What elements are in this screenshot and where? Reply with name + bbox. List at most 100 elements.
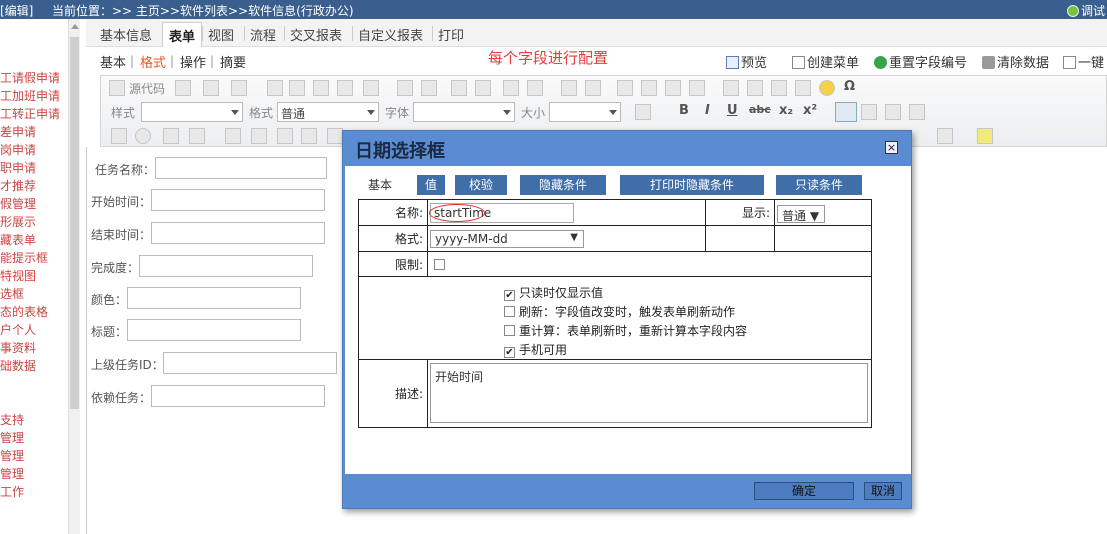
align-right-icon[interactable] — [885, 104, 901, 120]
format-select[interactable]: 普通 — [277, 102, 379, 122]
omega-icon[interactable]: Ω — [844, 79, 855, 94]
sidebar-item[interactable]: 才推荐 — [0, 177, 36, 194]
italic-button[interactable]: I — [705, 103, 710, 118]
bold-button[interactable]: B — [679, 103, 689, 118]
div-icon[interactable] — [689, 80, 705, 96]
ordered-list-icon[interactable] — [561, 80, 577, 96]
sidebar-item[interactable]: 职申请 — [0, 159, 36, 176]
maximize-icon[interactable] — [635, 104, 651, 120]
edit-link[interactable]: [编辑] — [0, 2, 33, 19]
source-icon[interactable] — [109, 80, 125, 96]
form-field-input[interactable] — [155, 157, 327, 179]
sidebar-item[interactable]: 工转正申请 — [0, 105, 60, 122]
sidebar-item[interactable]: 支持 — [0, 411, 24, 428]
size-select[interactable] — [549, 102, 621, 122]
preview-button[interactable]: 预览 — [726, 52, 767, 71]
cancel-button[interactable]: 取消 — [864, 482, 902, 500]
tab-6[interactable]: 打印 — [438, 25, 464, 44]
limit-checkbox[interactable] — [434, 259, 445, 270]
font-select[interactable] — [413, 102, 515, 122]
checkbox-control-icon[interactable] — [111, 128, 127, 144]
sidebar-scrollbar[interactable] — [68, 19, 80, 534]
paste-icon[interactable] — [313, 80, 329, 96]
sidebar-item[interactable]: 工加班申请 — [0, 87, 60, 104]
underline-button[interactable]: U — [727, 103, 738, 118]
superscript-button[interactable]: x² — [803, 103, 817, 118]
tab-5[interactable]: 自定义报表 — [358, 25, 423, 44]
redo-icon[interactable] — [421, 80, 437, 96]
subtab-format[interactable]: 格式 — [140, 52, 166, 71]
subtab-summary[interactable]: 摘要 — [220, 52, 246, 71]
bullet-list-icon[interactable] — [585, 80, 601, 96]
indent-icon[interactable] — [641, 80, 657, 96]
form-field-input[interactable] — [139, 255, 313, 277]
checked-checkbox[interactable]: ✔ — [504, 290, 515, 301]
table-icon[interactable] — [771, 80, 787, 96]
create-menu-button[interactable]: 创建菜单 — [792, 52, 859, 71]
align-center-icon[interactable] — [861, 104, 877, 120]
image-icon[interactable] — [723, 80, 739, 96]
reset-field-number-button[interactable]: 重置字段编号 — [874, 52, 967, 71]
option-item[interactable]: 重计算：表单刷新时，重新计算本字段内容 — [504, 322, 747, 339]
radio-control-icon[interactable] — [135, 128, 151, 144]
sidebar-item[interactable]: 选框 — [0, 285, 24, 302]
unchecked-checkbox[interactable] — [504, 306, 515, 317]
date-control-icon[interactable] — [251, 128, 267, 144]
dialog-tab-basic[interactable]: 基本 — [358, 175, 402, 195]
form-field-input[interactable] — [163, 352, 337, 374]
tab-3[interactable]: 流程 — [250, 25, 276, 44]
form-field-input[interactable] — [151, 189, 325, 211]
sidebar-item[interactable]: 形展示 — [0, 213, 36, 230]
show-select[interactable]: 普通 ▼ — [777, 205, 825, 223]
sidebar-item[interactable]: 础数据 — [0, 357, 36, 374]
replace-icon[interactable] — [475, 80, 491, 96]
tab-1[interactable]: 表单 — [162, 22, 203, 47]
debug-button[interactable]: 调试 — [1066, 2, 1105, 19]
sidebar-item[interactable]: 假管理 — [0, 195, 36, 212]
form-field-input[interactable] — [127, 319, 301, 341]
textarea-control-icon[interactable] — [189, 128, 205, 144]
paste-text-icon[interactable] — [337, 80, 353, 96]
style-select[interactable] — [141, 102, 243, 122]
form-field-input[interactable] — [151, 385, 325, 407]
align-left-button[interactable] — [835, 102, 857, 122]
checked-checkbox[interactable]: ✔ — [504, 347, 515, 358]
sidebar-item[interactable]: 能提示框 — [0, 249, 48, 266]
undo-icon[interactable] — [397, 80, 413, 96]
dialog-tab-print-hide-condition[interactable]: 打印时隐藏条件 — [620, 175, 764, 195]
sidebar-item[interactable]: 工请假申请 — [0, 69, 60, 86]
strike-button[interactable]: abc — [749, 103, 771, 116]
close-icon[interactable]: × — [885, 141, 898, 154]
bg-color-icon[interactable] — [977, 128, 993, 144]
paste-word-icon[interactable] — [363, 80, 379, 96]
preview-doc-icon[interactable] — [203, 80, 219, 96]
sidebar-item[interactable]: 事资料 — [0, 339, 36, 356]
flash-icon[interactable] — [747, 80, 763, 96]
sidebar-item[interactable]: 差申请 — [0, 123, 36, 140]
scroll-thumb[interactable] — [70, 37, 79, 409]
sidebar-item[interactable]: 态的表格 — [0, 303, 48, 320]
option-item[interactable]: ✔ 手机可用 — [504, 341, 567, 358]
dialog-tab-validate[interactable]: 校验 — [455, 175, 507, 195]
sidebar-item[interactable]: 藏表单 — [0, 231, 36, 248]
sidebar-item[interactable]: 管理 — [0, 465, 24, 482]
textfield-control-icon[interactable] — [163, 128, 179, 144]
template-icon[interactable] — [175, 80, 191, 96]
sidebar-item[interactable]: 户个人 — [0, 321, 36, 338]
find-icon[interactable] — [451, 80, 467, 96]
align-justify-icon[interactable] — [909, 104, 925, 120]
dialog-tab-value[interactable]: 值 — [417, 175, 445, 195]
clear-data-button[interactable]: 清除数据 — [982, 52, 1049, 71]
quote-icon[interactable] — [665, 80, 681, 96]
dept-control-icon[interactable] — [301, 128, 317, 144]
cut-icon[interactable] — [267, 80, 283, 96]
subscript-button[interactable]: x₂ — [779, 103, 793, 118]
tab-2[interactable]: 视图 — [208, 25, 234, 44]
source-label[interactable]: 源代码 — [129, 80, 165, 97]
option-item[interactable]: 刷新：字段值改变时，触发表单刷新动作 — [504, 303, 735, 320]
one-key-button[interactable]: 一键 — [1063, 52, 1104, 71]
form-field-input[interactable] — [127, 287, 301, 309]
dialog-tab-hide-condition[interactable]: 隐藏条件 — [520, 175, 606, 195]
description-textarea[interactable]: 开始时间 — [430, 363, 868, 423]
text-color-icon[interactable] — [937, 128, 953, 144]
